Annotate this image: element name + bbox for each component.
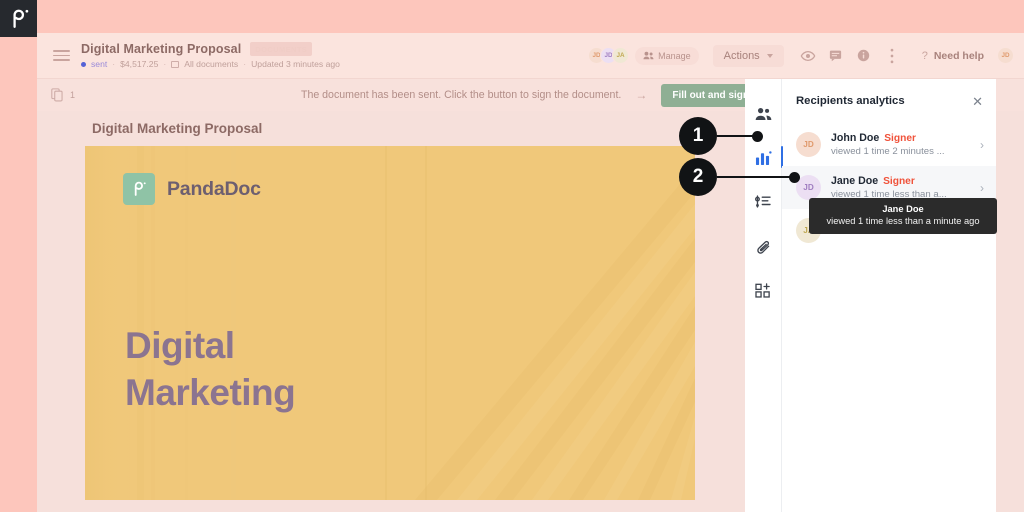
eye-icon[interactable] [794, 42, 822, 70]
document-amount: $4,517.25 [120, 59, 158, 69]
people-icon [643, 51, 654, 60]
document-name: Digital Marketing Proposal [92, 121, 262, 136]
avatar: JD [796, 132, 821, 157]
callout-endpoint-dot [752, 131, 763, 142]
callout-number: 2 [679, 158, 717, 196]
manage-label: Manage [658, 51, 691, 61]
recipient-avatar-stack[interactable]: JD JD JA [588, 47, 624, 64]
panel-content: Recipients analytics ✕ JD John Doe Signe… [782, 79, 996, 512]
banner-message: The document has been sent. Click the bu… [301, 89, 621, 101]
recipient-info: John Doe Signer viewed 1 time 2 minutes … [831, 132, 970, 157]
pandadoc-logo [0, 0, 37, 37]
screenshot-root: Digital Marketing Proposal DOCUMENTS sen… [0, 0, 1024, 512]
document-hero-heading: Digital Marketing [125, 323, 295, 417]
actions-label: Actions [724, 50, 760, 62]
attachment-paperclip-icon[interactable] [750, 233, 776, 259]
callout-marker-1: 1 [679, 117, 763, 155]
folder-name[interactable]: All documents [184, 59, 238, 69]
need-help-label: Need help [934, 50, 984, 62]
header-icon-group [794, 42, 906, 70]
pandadoc-wordmark: PandaDoc [167, 178, 261, 201]
document-meta: sent · $4,517.25 · All documents · Updat… [81, 59, 340, 69]
question-mark-icon: ? [922, 50, 928, 62]
page-title: Digital Marketing Proposal [81, 42, 241, 56]
recipient-tooltip: Jane Doe viewed 1 time less than a minut… [809, 198, 997, 234]
need-help-button[interactable]: ? Need help [922, 50, 984, 62]
panel-header: Recipients analytics ✕ [782, 79, 996, 123]
recipients-analytics-panel: Recipients analytics ✕ JD John Doe Signe… [745, 79, 996, 512]
manage-button[interactable]: Manage [635, 47, 699, 65]
status-badge: sent [91, 59, 107, 69]
chevron-down-icon [767, 54, 773, 58]
actions-dropdown[interactable]: Actions [713, 45, 784, 67]
callout-number: 1 [679, 117, 717, 155]
tooltip-title: Jane Doe [818, 204, 988, 214]
user-avatar[interactable]: JD [997, 47, 1014, 64]
document-page[interactable]: PandaDoc Digital Marketing [85, 146, 695, 500]
app-window: Digital Marketing Proposal DOCUMENTS sen… [37, 33, 1024, 512]
folder-icon [171, 61, 179, 68]
app-header: Digital Marketing Proposal DOCUMENTS sen… [37, 33, 1024, 78]
meta-separator-2: · [163, 59, 166, 69]
info-icon[interactable] [850, 42, 878, 70]
hamburger-icon[interactable] [37, 50, 81, 61]
callout-leader-line [717, 176, 790, 178]
arrow-right-icon: → [635, 88, 647, 102]
avatar[interactable]: JA [612, 47, 629, 64]
header-actions: JD JD JA Manage Actions [588, 42, 1024, 70]
recipient-activity: viewed 1 time 2 minutes ... [831, 146, 970, 157]
more-vertical-icon[interactable] [878, 42, 906, 70]
recipient-role: Signer [884, 133, 916, 144]
pandadoc-brand-lockup: PandaDoc [123, 173, 261, 205]
recipient-role: Signer [883, 176, 915, 187]
callout-leader-line [717, 135, 753, 137]
document-title-block: Digital Marketing Proposal DOCUMENTS sen… [81, 42, 340, 69]
hero-line-1: Digital [125, 323, 295, 370]
meta-separator-1: · [112, 59, 115, 69]
recipient-row[interactable]: JD John Doe Signer viewed 1 time 2 minut… [782, 123, 996, 166]
recipient-name: John Doe [831, 132, 879, 144]
chevron-right-icon[interactable]: › [980, 138, 984, 152]
callout-marker-2: 2 [679, 158, 800, 196]
add-block-icon[interactable] [750, 277, 776, 303]
documents-badge: DOCUMENTS [250, 42, 312, 56]
recipient-name: Jane Doe [831, 175, 878, 187]
callout-endpoint-dot [789, 172, 800, 183]
close-icon[interactable]: ✕ [972, 95, 983, 108]
tooltip-text: viewed 1 time less than a minute ago [818, 216, 988, 226]
chevron-right-icon[interactable]: › [980, 181, 984, 195]
status-dot-icon [81, 62, 86, 67]
panel-title: Recipients analytics [796, 95, 905, 107]
meta-separator-3: · [243, 59, 246, 69]
hero-line-2: Marketing [125, 370, 295, 417]
comment-icon[interactable] [822, 42, 850, 70]
pandadoc-logo-icon [123, 173, 155, 205]
updated-timestamp: Updated 3 minutes ago [251, 59, 340, 69]
recipient-info: Jane Doe Signer viewed 1 time less than … [831, 175, 970, 200]
